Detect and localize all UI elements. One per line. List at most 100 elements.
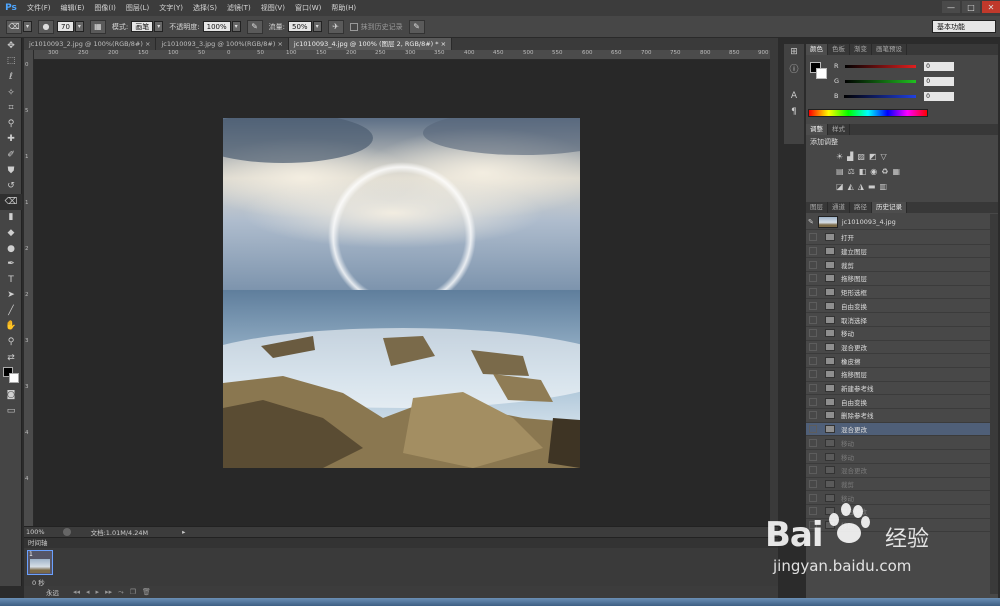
- history-source-checkbox[interactable]: [809, 288, 817, 297]
- tab-close-icon[interactable]: ×: [277, 40, 282, 48]
- history-brush-source-icon[interactable]: ✎: [808, 218, 814, 226]
- zoom-tool-icon[interactable]: ⚲: [0, 334, 22, 350]
- next-frame-icon[interactable]: ▸▸: [105, 588, 112, 596]
- screen-mode-icon[interactable]: ▭: [0, 403, 22, 419]
- tab-styles[interactable]: 样式: [828, 124, 850, 135]
- green-slider[interactable]: [845, 79, 917, 83]
- menu-image[interactable]: 图像(I): [89, 3, 121, 13]
- tab-close-icon[interactable]: ×: [441, 40, 446, 48]
- line-tool-icon[interactable]: ╱: [0, 303, 22, 319]
- history-item[interactable]: 删除参考线: [806, 409, 990, 423]
- tab-adjustments[interactable]: 调整: [806, 124, 828, 135]
- invert-icon[interactable]: ◪: [836, 182, 844, 191]
- threshold-icon[interactable]: ◮: [858, 182, 864, 191]
- history-item[interactable]: 移动: [806, 437, 990, 451]
- history-source-checkbox[interactable]: [809, 411, 817, 420]
- history-item[interactable]: 橡皮擦: [806, 354, 990, 368]
- loop-select[interactable]: 永远: [46, 587, 59, 597]
- vertical-scrollbar[interactable]: [770, 50, 778, 526]
- duplicate-frame-icon[interactable]: ❐: [130, 588, 136, 596]
- ruler-vertical[interactable]: 0 5 1 1 2 2 3 3 4 4: [24, 50, 34, 526]
- history-source-checkbox[interactable]: [809, 329, 817, 338]
- restore-button[interactable]: □: [962, 1, 980, 13]
- history-item[interactable]: 新建参考线: [806, 382, 990, 396]
- erase-history-checkbox[interactable]: [349, 22, 358, 31]
- history-snapshot[interactable]: ✎ jc1010093_4.jpg: [806, 214, 990, 230]
- hand-tool-icon[interactable]: ✋: [0, 319, 22, 335]
- eraser-tool-icon[interactable]: ⌫: [0, 193, 22, 210]
- tab-paths[interactable]: 路径: [850, 202, 872, 213]
- type-tool-icon[interactable]: T: [0, 272, 22, 288]
- red-slider[interactable]: [844, 64, 917, 68]
- tween-icon[interactable]: ⤳: [118, 588, 124, 597]
- gradient-tool-icon[interactable]: ▮: [0, 210, 22, 226]
- menu-type[interactable]: 文字(Y): [154, 3, 188, 13]
- quick-select-tool-icon[interactable]: ✧: [0, 85, 22, 101]
- blue-value[interactable]: 0: [924, 91, 954, 101]
- tab-document-2[interactable]: jc1010093_2.jpg @ 100%(RGB/8#) ×: [24, 38, 157, 50]
- selective-color-icon[interactable]: ▥: [879, 182, 887, 191]
- chevron-down-icon[interactable]: ▾: [23, 21, 32, 32]
- photo-filter-icon[interactable]: ◉: [870, 167, 877, 176]
- history-source-checkbox[interactable]: [809, 356, 817, 365]
- chevron-down-icon[interactable]: ▾: [154, 21, 164, 32]
- chevron-down-icon[interactable]: ▾: [231, 21, 241, 32]
- history-item[interactable]: 自由变换: [806, 395, 990, 410]
- channel-mixer-icon[interactable]: ♻: [881, 167, 888, 176]
- history-source-checkbox[interactable]: [809, 425, 817, 434]
- dodge-tool-icon[interactable]: ●: [0, 241, 22, 257]
- previous-frame-icon[interactable]: ◂: [86, 588, 90, 596]
- history-item[interactable]: 移动: [806, 327, 990, 341]
- history-item[interactable]: 拖移图层: [806, 368, 990, 382]
- curves-icon[interactable]: ▨: [857, 152, 865, 161]
- character-panel-icon[interactable]: A: [784, 88, 804, 104]
- pressure-size-icon[interactable]: ✎: [408, 19, 425, 34]
- background-color-swatch[interactable]: [9, 373, 19, 384]
- airbrush-icon[interactable]: ✈: [327, 19, 344, 34]
- lasso-tool-icon[interactable]: ℓ: [0, 69, 22, 85]
- chevron-down-icon[interactable]: ▾: [312, 21, 322, 32]
- history-source-checkbox[interactable]: [809, 274, 817, 283]
- menu-help[interactable]: 帮助(H): [326, 3, 361, 13]
- tab-color[interactable]: 颜色: [806, 44, 828, 55]
- history-item[interactable]: 移动: [806, 450, 990, 464]
- posterize-icon[interactable]: ◭: [848, 182, 854, 191]
- history-item[interactable]: 拖移图层: [806, 272, 990, 286]
- play-icon[interactable]: ▸: [96, 588, 100, 596]
- green-value[interactable]: 0: [924, 76, 954, 86]
- swap-colors-icon[interactable]: ⇄: [0, 350, 22, 366]
- pen-tool-icon[interactable]: ✒: [0, 256, 22, 272]
- crop-tool-icon[interactable]: ⌗: [0, 100, 22, 116]
- eyedropper-tool-icon[interactable]: ⚲: [0, 116, 22, 132]
- clone-stamp-tool-icon[interactable]: ⛊: [0, 163, 22, 179]
- exposure-icon[interactable]: ◩: [869, 152, 877, 161]
- tab-document-3[interactable]: jc1010093_3.jpg @ 100%(RGB/8#) ×: [156, 38, 289, 50]
- document-image[interactable]: [223, 118, 580, 468]
- history-item[interactable]: 混合更改: [806, 341, 990, 355]
- color-lookup-icon[interactable]: ▦: [892, 167, 900, 176]
- history-source-checkbox[interactable]: [809, 247, 817, 256]
- brush-size-field[interactable]: 70: [57, 21, 74, 32]
- history-item[interactable]: 矩形选框: [806, 286, 990, 300]
- timeline-tab[interactable]: 时间轴: [24, 538, 778, 548]
- status-menu-arrow-icon[interactable]: ▸: [182, 528, 185, 536]
- menu-file[interactable]: 文件(F): [22, 3, 56, 13]
- menu-layer[interactable]: 图层(L): [121, 3, 154, 13]
- hue-saturation-icon[interactable]: ▤: [836, 167, 844, 176]
- history-item[interactable]: 混合更改: [806, 422, 990, 437]
- menu-select[interactable]: 选择(S): [188, 3, 222, 13]
- quick-mask-icon[interactable]: ◙: [0, 387, 22, 403]
- background-color-swatch[interactable]: [816, 68, 827, 79]
- history-panel-icon[interactable]: ⊞: [784, 44, 804, 60]
- opacity-field[interactable]: 100%: [202, 21, 231, 32]
- history-source-checkbox[interactable]: [809, 301, 817, 310]
- levels-icon[interactable]: ▟: [847, 152, 853, 161]
- tab-history[interactable]: 历史记录: [872, 202, 907, 213]
- history-source-checkbox[interactable]: [809, 466, 817, 475]
- first-frame-icon[interactable]: ◂◂: [73, 588, 80, 596]
- red-value[interactable]: 0: [924, 61, 954, 71]
- healing-brush-tool-icon[interactable]: ✚: [0, 132, 22, 148]
- vibrance-icon[interactable]: ▽: [880, 152, 886, 161]
- zoom-level[interactable]: 100%: [26, 528, 45, 536]
- workspace-select[interactable]: 基本功能: [932, 20, 996, 33]
